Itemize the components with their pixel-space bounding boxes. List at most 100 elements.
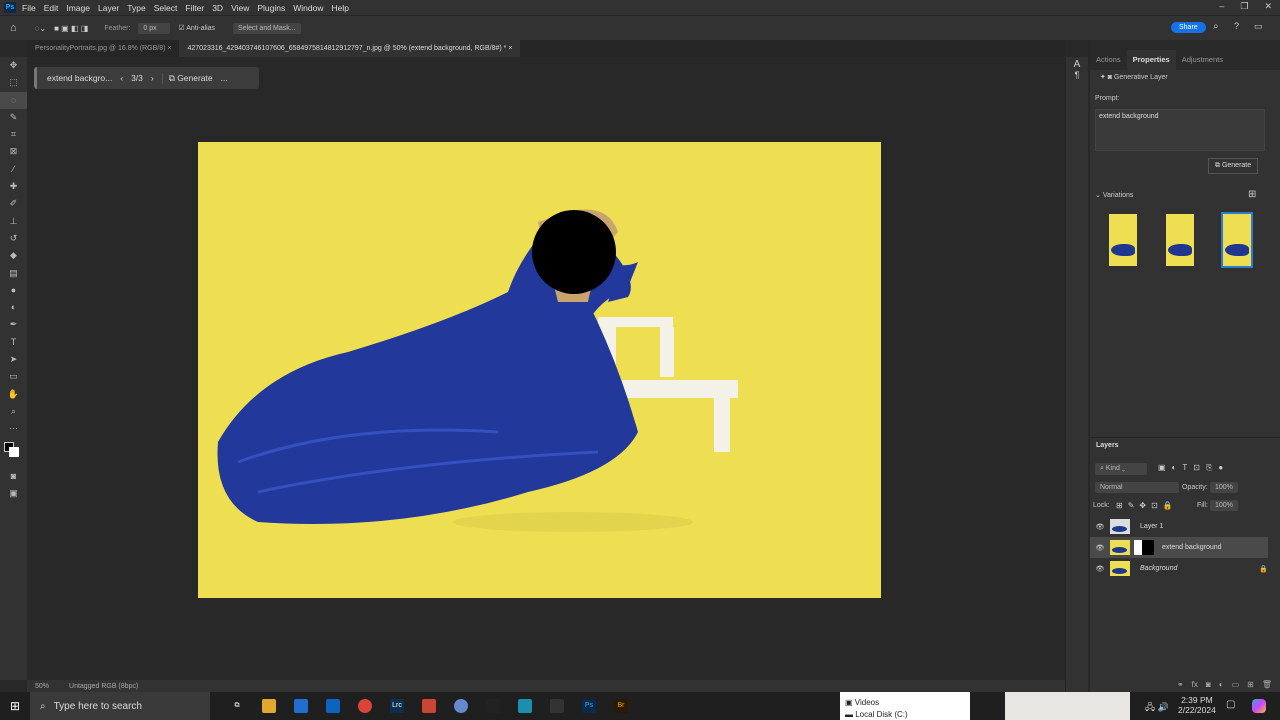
videos-item[interactable]: ▣ Videos: [845, 698, 970, 707]
crop-tool-icon[interactable]: ⌗: [0, 126, 27, 143]
tab-properties[interactable]: Properties: [1126, 50, 1176, 70]
mail-icon[interactable]: [326, 699, 340, 713]
lock-icons[interactable]: ⊞✎✥⊡🔒: [1116, 501, 1178, 510]
character-panel-icon[interactable]: A: [1066, 59, 1088, 70]
color-swatches[interactable]: [0, 438, 27, 468]
share-button[interactable]: Share: [1171, 22, 1206, 33]
lightroom-icon[interactable]: Lrc: [390, 699, 404, 713]
menu-image[interactable]: Image: [66, 3, 90, 13]
selection-mode-icons[interactable]: ■ ▣ ◧ ◨: [54, 24, 88, 33]
menu-help[interactable]: Help: [331, 3, 348, 13]
close-icon[interactable]: ✕: [1264, 1, 1272, 12]
variation-thumbnail-2[interactable]: [1166, 214, 1194, 266]
move-tool-icon[interactable]: ✥: [0, 57, 27, 74]
mask-icon[interactable]: ◙: [1206, 680, 1211, 692]
type-tool-icon[interactable]: T: [0, 334, 27, 351]
variation-thumbnail-3[interactable]: [1221, 212, 1253, 268]
visibility-eye-icon[interactable]: 👁: [1090, 544, 1110, 552]
task-view-icon[interactable]: ⧉: [230, 699, 244, 713]
bridge-icon[interactable]: Br: [614, 699, 628, 713]
group-icon[interactable]: ▭: [1232, 680, 1240, 692]
paragraph-panel-icon[interactable]: ¶: [1066, 70, 1088, 80]
variations-header[interactable]: ⌄ Variations: [1095, 191, 1133, 199]
fx-icon[interactable]: fx: [1192, 680, 1198, 692]
blend-mode-select[interactable]: Normal: [1095, 482, 1179, 493]
hand-tool-icon[interactable]: ✋: [0, 386, 27, 403]
app-icon[interactable]: [454, 699, 468, 713]
more-options-button[interactable]: ...: [221, 73, 228, 83]
generate-button[interactable]: ⧉ Generate: [161, 72, 213, 84]
quick-mask-icon[interactable]: ◙: [0, 468, 27, 485]
adjustment-icon[interactable]: ◐: [1219, 680, 1224, 692]
clock[interactable]: 2:39 PM 2/22/2024: [1178, 695, 1216, 715]
lasso-icon[interactable]: ◌⌄: [35, 24, 46, 33]
menu-select[interactable]: Select: [154, 3, 178, 13]
feather-input[interactable]: 0 px: [138, 22, 171, 34]
rectangle-tool-icon[interactable]: ▭: [0, 368, 27, 385]
eraser-tool-icon[interactable]: ◆: [0, 247, 27, 264]
gradient-tool-icon[interactable]: ▤: [0, 265, 27, 282]
windows-start-icon[interactable]: ⊞: [10, 699, 20, 713]
layer-row[interactable]: 👁 Layer 1: [1090, 516, 1268, 537]
layer-row[interactable]: 👁 Background 🔒: [1090, 558, 1268, 579]
tab-adjustments[interactable]: Adjustments: [1176, 50, 1229, 70]
healing-tool-icon[interactable]: ✚: [0, 178, 27, 195]
home-icon[interactable]: ⌂: [10, 22, 17, 34]
menu-file[interactable]: File: [22, 3, 36, 13]
stamp-tool-icon[interactable]: ⊥: [0, 213, 27, 230]
frame-tool-icon[interactable]: ⊠: [0, 143, 27, 160]
photoshop-taskbar-icon[interactable]: Ps: [582, 699, 596, 713]
app-icon[interactable]: [518, 699, 532, 713]
marquee-tool-icon[interactable]: ⬚: [0, 74, 27, 91]
eyedropper-tool-icon[interactable]: ⁄: [0, 161, 27, 178]
file-explorer-icon[interactable]: [262, 699, 276, 713]
menu-type[interactable]: Type: [127, 3, 145, 13]
visibility-eye-icon[interactable]: 👁: [1090, 565, 1110, 573]
trash-icon[interactable]: 🗑: [1262, 680, 1272, 692]
anti-alias-checkbox[interactable]: ☑ Anti-alias: [178, 24, 215, 32]
new-layer-icon[interactable]: ⊞: [1247, 680, 1254, 692]
zoom-tool-icon[interactable]: ⌕: [0, 403, 27, 420]
restore-icon[interactable]: ❐: [1240, 1, 1248, 12]
menu-filter[interactable]: Filter: [185, 3, 204, 13]
quick-select-tool-icon[interactable]: ✎: [0, 109, 27, 126]
link-icon[interactable]: ⚭: [1177, 680, 1184, 692]
taskbar-search[interactable]: ⌕ Type here to search: [30, 692, 210, 720]
copilot-icon[interactable]: [1252, 699, 1266, 713]
help-icon[interactable]: ?: [1234, 21, 1239, 31]
local-disk-item[interactable]: ▬ Local Disk (C:): [845, 710, 970, 719]
app-icon[interactable]: [422, 699, 436, 713]
variation-thumbnail-1[interactable]: [1109, 214, 1137, 266]
document-image[interactable]: [198, 142, 881, 598]
menu-view[interactable]: View: [231, 3, 249, 13]
prompt-input[interactable]: extend background: [1095, 109, 1265, 151]
dodge-tool-icon[interactable]: ◐: [0, 299, 27, 316]
app-icon[interactable]: [486, 699, 500, 713]
next-variation-button[interactable]: ›: [151, 73, 154, 83]
more-tools-icon[interactable]: ···: [0, 420, 27, 437]
notifications-icon[interactable]: ▢: [1226, 699, 1235, 710]
tab-current-document[interactable]: 427023316_429403746107606_65849758148129…: [179, 40, 521, 57]
panel-generate-button[interactable]: ⧉ Generate: [1208, 158, 1259, 174]
lasso-tool-icon[interactable]: ◌: [0, 91, 27, 109]
blur-tool-icon[interactable]: ●: [0, 282, 27, 299]
menu-plugins[interactable]: Plugins: [257, 3, 285, 13]
menu-layer[interactable]: Layer: [98, 3, 119, 13]
previous-variation-button[interactable]: ‹: [120, 73, 123, 83]
store-icon[interactable]: [294, 699, 308, 713]
grid-view-icon[interactable]: ⊞: [1248, 189, 1256, 200]
search-icon[interactable]: ⌕: [1213, 21, 1219, 32]
menu-window[interactable]: Window: [293, 3, 323, 13]
prompt-field[interactable]: extend backgro...: [47, 73, 112, 83]
kind-filter[interactable]: ⌕ Kind ⌄: [1095, 463, 1147, 475]
pen-tool-icon[interactable]: ✒: [0, 316, 27, 333]
menu-3d[interactable]: 3D: [212, 3, 223, 13]
app-icon[interactable]: [550, 699, 564, 713]
layer-row-selected[interactable]: 👁 extend background: [1090, 537, 1268, 558]
menu-edit[interactable]: Edit: [44, 3, 59, 13]
zoom-level[interactable]: 50%: [35, 683, 49, 690]
filter-icons[interactable]: ▣◐T⊡⎘●: [1158, 463, 1229, 473]
tab-personality-portraits[interactable]: PersonalityPortraits.jpg @ 16.8% (RGB/8)…: [27, 40, 179, 57]
workspace-icon[interactable]: ▭: [1254, 21, 1263, 32]
history-brush-icon[interactable]: ↺: [0, 230, 27, 247]
